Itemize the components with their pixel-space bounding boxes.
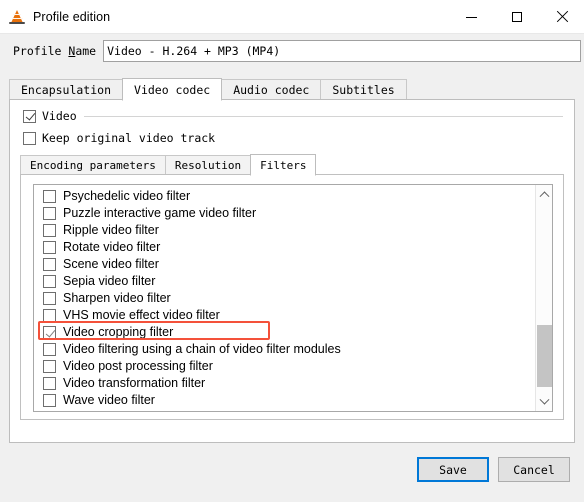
filter-row[interactable]: Video transformation filter xyxy=(34,375,537,392)
keep-original-label: Keep original video track xyxy=(42,131,216,145)
profile-name-row: Profile Name xyxy=(0,34,584,68)
filter-checkbox[interactable] xyxy=(43,394,56,407)
close-icon xyxy=(556,11,568,23)
filter-label: VHS movie effect video filter xyxy=(63,308,220,322)
filter-row[interactable]: Video filtering using a chain of video f… xyxy=(34,341,537,358)
filter-row[interactable]: Rotate video filter xyxy=(34,239,537,256)
profile-name-label: Profile Name xyxy=(13,44,97,58)
save-button[interactable]: Save xyxy=(417,457,489,482)
tab-audio-codec[interactable]: Audio codec xyxy=(221,79,322,100)
filter-checkbox[interactable] xyxy=(43,258,56,271)
keep-original-row: Keep original video track xyxy=(23,131,215,145)
filter-checkbox[interactable] xyxy=(43,292,56,305)
filter-checkbox[interactable] xyxy=(43,207,56,220)
title-bar: Profile edition xyxy=(0,0,584,34)
filter-row[interactable]: Psychedelic video filter xyxy=(34,188,537,205)
video-codec-panel: Video Keep original video track Encoding… xyxy=(9,99,575,443)
video-enabled-checkbox[interactable] xyxy=(23,109,36,123)
filter-label: Video transformation filter xyxy=(63,376,206,390)
filter-row[interactable]: VHS movie effect video filter xyxy=(34,307,537,324)
profile-edition-dialog: Profile edition Profile Name Encapsulati… xyxy=(0,0,584,502)
filter-checkbox[interactable] xyxy=(43,343,56,356)
filter-checkbox[interactable] xyxy=(43,326,56,339)
close-button[interactable] xyxy=(539,0,584,34)
chevron-up-icon xyxy=(539,191,550,202)
filter-checkbox[interactable] xyxy=(43,360,56,373)
dialog-footer: Save Cancel xyxy=(0,452,584,502)
filter-checkbox[interactable] xyxy=(43,190,56,203)
video-group-header: Video xyxy=(23,108,563,124)
vlc-cone-icon xyxy=(9,9,25,25)
filter-checkbox[interactable] xyxy=(43,224,56,237)
filter-label: Video post processing filter xyxy=(63,359,213,373)
filter-label: Ripple video filter xyxy=(63,223,159,237)
filter-label: Puzzle interactive game video filter xyxy=(63,206,257,220)
minimize-icon xyxy=(466,16,477,18)
video-enabled-label: Video xyxy=(42,109,77,123)
filter-list-scrollbar[interactable] xyxy=(535,185,552,411)
filter-label: Scene video filter xyxy=(63,257,159,271)
scroll-up-button[interactable] xyxy=(536,185,552,202)
filter-row[interactable]: Wave video filter xyxy=(34,392,537,409)
filter-row[interactable]: Ripple video filter xyxy=(34,222,537,239)
filter-label: Wave video filter xyxy=(63,393,155,407)
window-title: Profile edition xyxy=(33,9,111,24)
filter-listbox[interactable]: Psychedelic video filter Puzzle interacti… xyxy=(33,184,553,412)
tab-subtitles[interactable]: Subtitles xyxy=(320,79,407,100)
scroll-down-button[interactable] xyxy=(536,394,552,411)
filter-checkbox[interactable] xyxy=(43,377,56,390)
minimize-button[interactable] xyxy=(449,0,494,34)
filter-row[interactable]: Scene video filter xyxy=(34,256,537,273)
filter-label: Rotate video filter xyxy=(63,240,161,254)
tab-encoding-parameters[interactable]: Encoding parameters xyxy=(20,155,166,175)
filter-list: Psychedelic video filter Puzzle interacti… xyxy=(34,185,537,411)
codec-tab-bar: Encapsulation Video codec Audio codec Su… xyxy=(9,78,575,101)
video-settings-tab-bar: Encoding parameters Resolution Filters xyxy=(20,154,564,176)
keep-original-checkbox[interactable] xyxy=(23,131,36,145)
filter-row[interactable]: Sharpen video filter xyxy=(34,290,537,307)
filter-label: Video cropping filter xyxy=(63,325,174,339)
filter-checkbox[interactable] xyxy=(43,241,56,254)
filter-checkbox[interactable] xyxy=(43,309,56,322)
filters-panel: Psychedelic video filter Puzzle interacti… xyxy=(20,174,564,420)
filter-row[interactable]: Video post processing filter xyxy=(34,358,537,375)
maximize-button[interactable] xyxy=(494,0,539,34)
group-divider xyxy=(83,115,563,117)
tab-filters[interactable]: Filters xyxy=(250,154,317,176)
maximize-icon xyxy=(511,12,522,22)
filter-row[interactable]: Sepia video filter xyxy=(34,273,537,290)
filter-row[interactable]: Video cropping filter xyxy=(34,324,537,341)
filter-label: Video filtering using a chain of video f… xyxy=(63,342,341,356)
filter-label: Psychedelic video filter xyxy=(63,189,191,203)
chevron-down-icon xyxy=(539,394,550,405)
tab-encapsulation[interactable]: Encapsulation xyxy=(9,79,124,100)
tab-video-codec[interactable]: Video codec xyxy=(122,78,223,101)
profile-name-input[interactable] xyxy=(103,40,582,62)
filter-row[interactable]: Puzzle interactive game video filter xyxy=(34,205,537,222)
tab-resolution[interactable]: Resolution xyxy=(164,155,252,175)
cancel-button[interactable]: Cancel xyxy=(498,457,570,482)
window-controls xyxy=(449,0,584,34)
filter-label: Sepia video filter xyxy=(63,274,156,288)
scrollbar-thumb[interactable] xyxy=(537,325,552,387)
filter-checkbox[interactable] xyxy=(43,275,56,288)
filter-label: Sharpen video filter xyxy=(63,291,171,305)
